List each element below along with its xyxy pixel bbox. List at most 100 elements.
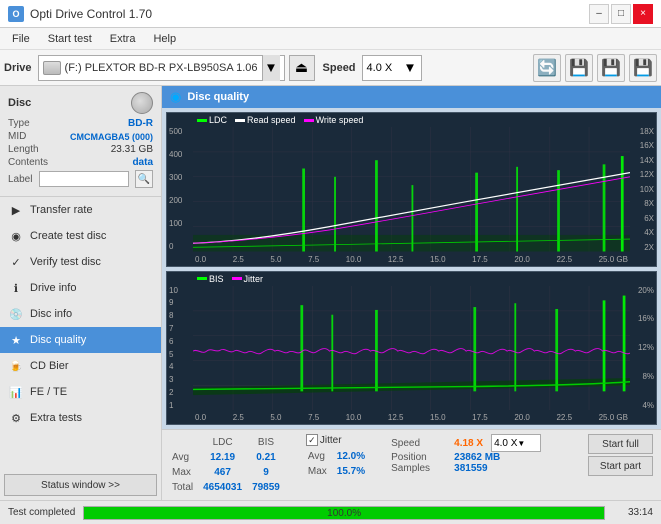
ldc-x-axis: 0.02.55.07.510.012.515.017.520.022.525.0…: [195, 255, 628, 264]
ldc-y-axis-right: 18X16X14X12X10X8X6X4X2X: [640, 127, 654, 252]
stats-header-ldc: LDC: [203, 436, 250, 449]
samples-label: Samples: [391, 463, 446, 474]
jitter-section: ✓ Jitter Avg 12.0% Max 15.7%: [306, 434, 375, 480]
sidebar-item-fe-te[interactable]: 📊 FE / TE: [0, 379, 161, 405]
disc-info-icon: 💿: [8, 306, 24, 322]
samples-value: 381559: [454, 463, 487, 474]
mid-label: MID: [8, 131, 26, 142]
fe-te-icon: 📊: [8, 384, 24, 400]
elapsed-time: 33:14: [613, 507, 653, 518]
type-label: Type: [8, 118, 30, 129]
toolbar-btn-2[interactable]: 💾: [565, 54, 593, 82]
menu-file[interactable]: File: [4, 31, 38, 47]
speed-row: Speed 4.18 X 4.0 X ▼: [391, 434, 541, 452]
stats-total-label: Total: [172, 481, 201, 494]
sidebar-item-label: Create test disc: [30, 230, 106, 242]
speed-label: Speed: [323, 62, 356, 74]
nav-items: ▶ Transfer rate ◉ Create test disc ✓ Ver…: [0, 197, 161, 470]
toolbar-btn-1[interactable]: 🔄: [533, 54, 561, 82]
bis-chart: BIS Jitter 10987654321 20%16%12%8%4%: [166, 271, 657, 426]
sidebar-item-label: Transfer rate: [30, 204, 93, 216]
eject-button[interactable]: ⏏: [289, 55, 315, 81]
main-area: Disc Type BD-R MID CMCMAGBA5 (000) Lengt…: [0, 86, 661, 500]
stats-avg-label: Avg: [172, 451, 201, 464]
sidebar-item-label: Disc info: [30, 308, 72, 320]
menu-help[interactable]: Help: [145, 31, 184, 47]
disc-label-label: Label: [8, 174, 32, 185]
stats-max-ldc: 467: [203, 466, 250, 479]
speed-selector[interactable]: 4.0 X ▼: [362, 55, 422, 81]
sidebar-item-cd-bier[interactable]: 🍺 CD Bier: [0, 353, 161, 379]
content-header: ◉ Disc quality: [162, 86, 661, 108]
position-row: Position 23862 MB: [391, 452, 541, 463]
jitter-checkbox-area[interactable]: ✓ Jitter: [306, 434, 375, 446]
sidebar-item-extra-tests[interactable]: ⚙ Extra tests: [0, 405, 161, 431]
menu-bar: File Start test Extra Help: [0, 28, 661, 50]
progress-percent: 100.0%: [84, 508, 604, 519]
start-full-button[interactable]: Start full: [588, 434, 653, 454]
toolbar-btn-4[interactable]: 💾: [629, 54, 657, 82]
sidebar-item-transfer-rate[interactable]: ▶ Transfer rate: [0, 197, 161, 223]
speed-inline-dropdown[interactable]: ▼: [517, 439, 525, 448]
sidebar-item-label: Extra tests: [30, 412, 82, 424]
sidebar-item-verify-test-disc[interactable]: ✓ Verify test disc: [0, 249, 161, 275]
stats-header-bis: BIS: [252, 436, 288, 449]
jitter-checkbox[interactable]: ✓: [306, 434, 318, 446]
progress-track: 100.0%: [83, 506, 605, 520]
stats-total-ldc: 4654031: [203, 481, 250, 494]
drive-dropdown-btn[interactable]: ▼: [262, 55, 280, 81]
bis-chart-legend: BIS Jitter: [197, 274, 263, 284]
disc-label-input[interactable]: [39, 171, 129, 187]
start-buttons: Start full Start part: [588, 434, 653, 476]
charts-area: LDC Read speed Write speed 5004003002001…: [162, 108, 661, 429]
bis-y-axis-right: 20%16%12%8%4%: [638, 286, 654, 411]
sidebar-item-disc-info[interactable]: 💿 Disc info: [0, 301, 161, 327]
menu-extra[interactable]: Extra: [102, 31, 144, 47]
app-title: Opti Drive Control 1.70: [30, 7, 152, 21]
contents-value: data: [132, 157, 153, 168]
create-test-icon: ◉: [8, 228, 24, 244]
start-part-button[interactable]: Start part: [588, 456, 653, 476]
menu-start-test[interactable]: Start test: [40, 31, 100, 47]
sidebar-item-drive-info[interactable]: ℹ Drive info: [0, 275, 161, 301]
extra-tests-icon: ⚙: [8, 410, 24, 426]
toolbar-btn-3[interactable]: 💾: [597, 54, 625, 82]
cd-bier-icon: 🍺: [8, 358, 24, 374]
contents-label: Contents: [8, 157, 48, 168]
jitter-max-value: 15.7%: [337, 465, 373, 478]
legend-ldc: LDC: [209, 115, 227, 125]
jitter-label: Jitter: [320, 435, 342, 446]
jitter-max-label: Max: [308, 465, 335, 478]
drive-selector[interactable]: (F:) PLEXTOR BD-R PX-LB950SA 1.06 ▼: [38, 55, 285, 81]
position-value: 23862 MB: [454, 452, 500, 463]
maximize-button[interactable]: □: [611, 4, 631, 24]
legend-write-speed: Write speed: [316, 115, 364, 125]
status-text: Test completed: [8, 507, 75, 518]
bis-x-axis: 0.02.55.07.510.012.515.017.520.022.525.0…: [195, 413, 628, 422]
position-label: Position: [391, 452, 446, 463]
length-value: 23.31 GB: [111, 144, 153, 155]
speed-position-section: Speed 4.18 X 4.0 X ▼ Position 23862 MB S…: [391, 434, 541, 474]
stats-max-bis: 9: [252, 466, 288, 479]
content-header-icon: ◉: [170, 89, 181, 105]
sidebar-item-create-test-disc[interactable]: ◉ Create test disc: [0, 223, 161, 249]
progress-bar-area: Test completed 100.0% 33:14: [0, 500, 661, 524]
app-icon: O: [8, 6, 24, 22]
legend-read-speed: Read speed: [247, 115, 296, 125]
disc-panel: Disc Type BD-R MID CMCMAGBA5 (000) Lengt…: [0, 86, 161, 197]
stats-avg-ldc: 12.19: [203, 451, 250, 464]
speed-dropdown-btn[interactable]: ▼: [403, 60, 416, 75]
minimize-button[interactable]: –: [589, 4, 609, 24]
stats-area: LDC BIS Avg 12.19 0.21 Max 467 9: [162, 429, 661, 500]
sidebar-item-disc-quality[interactable]: ★ Disc quality: [0, 327, 161, 353]
speed-inline-selector[interactable]: 4.0 X ▼: [491, 434, 541, 452]
label-icon-button[interactable]: 🔍: [135, 170, 153, 188]
close-button[interactable]: ×: [633, 4, 653, 24]
verify-test-icon: ✓: [8, 254, 24, 270]
sidebar-item-label: Disc quality: [30, 334, 86, 346]
ldc-y-axis-left: 5004003002001000: [169, 127, 182, 252]
disc-icon: [131, 92, 153, 114]
length-label: Length: [8, 144, 39, 155]
content-title: Disc quality: [187, 91, 249, 103]
status-window-button[interactable]: Status window >>: [4, 474, 157, 496]
